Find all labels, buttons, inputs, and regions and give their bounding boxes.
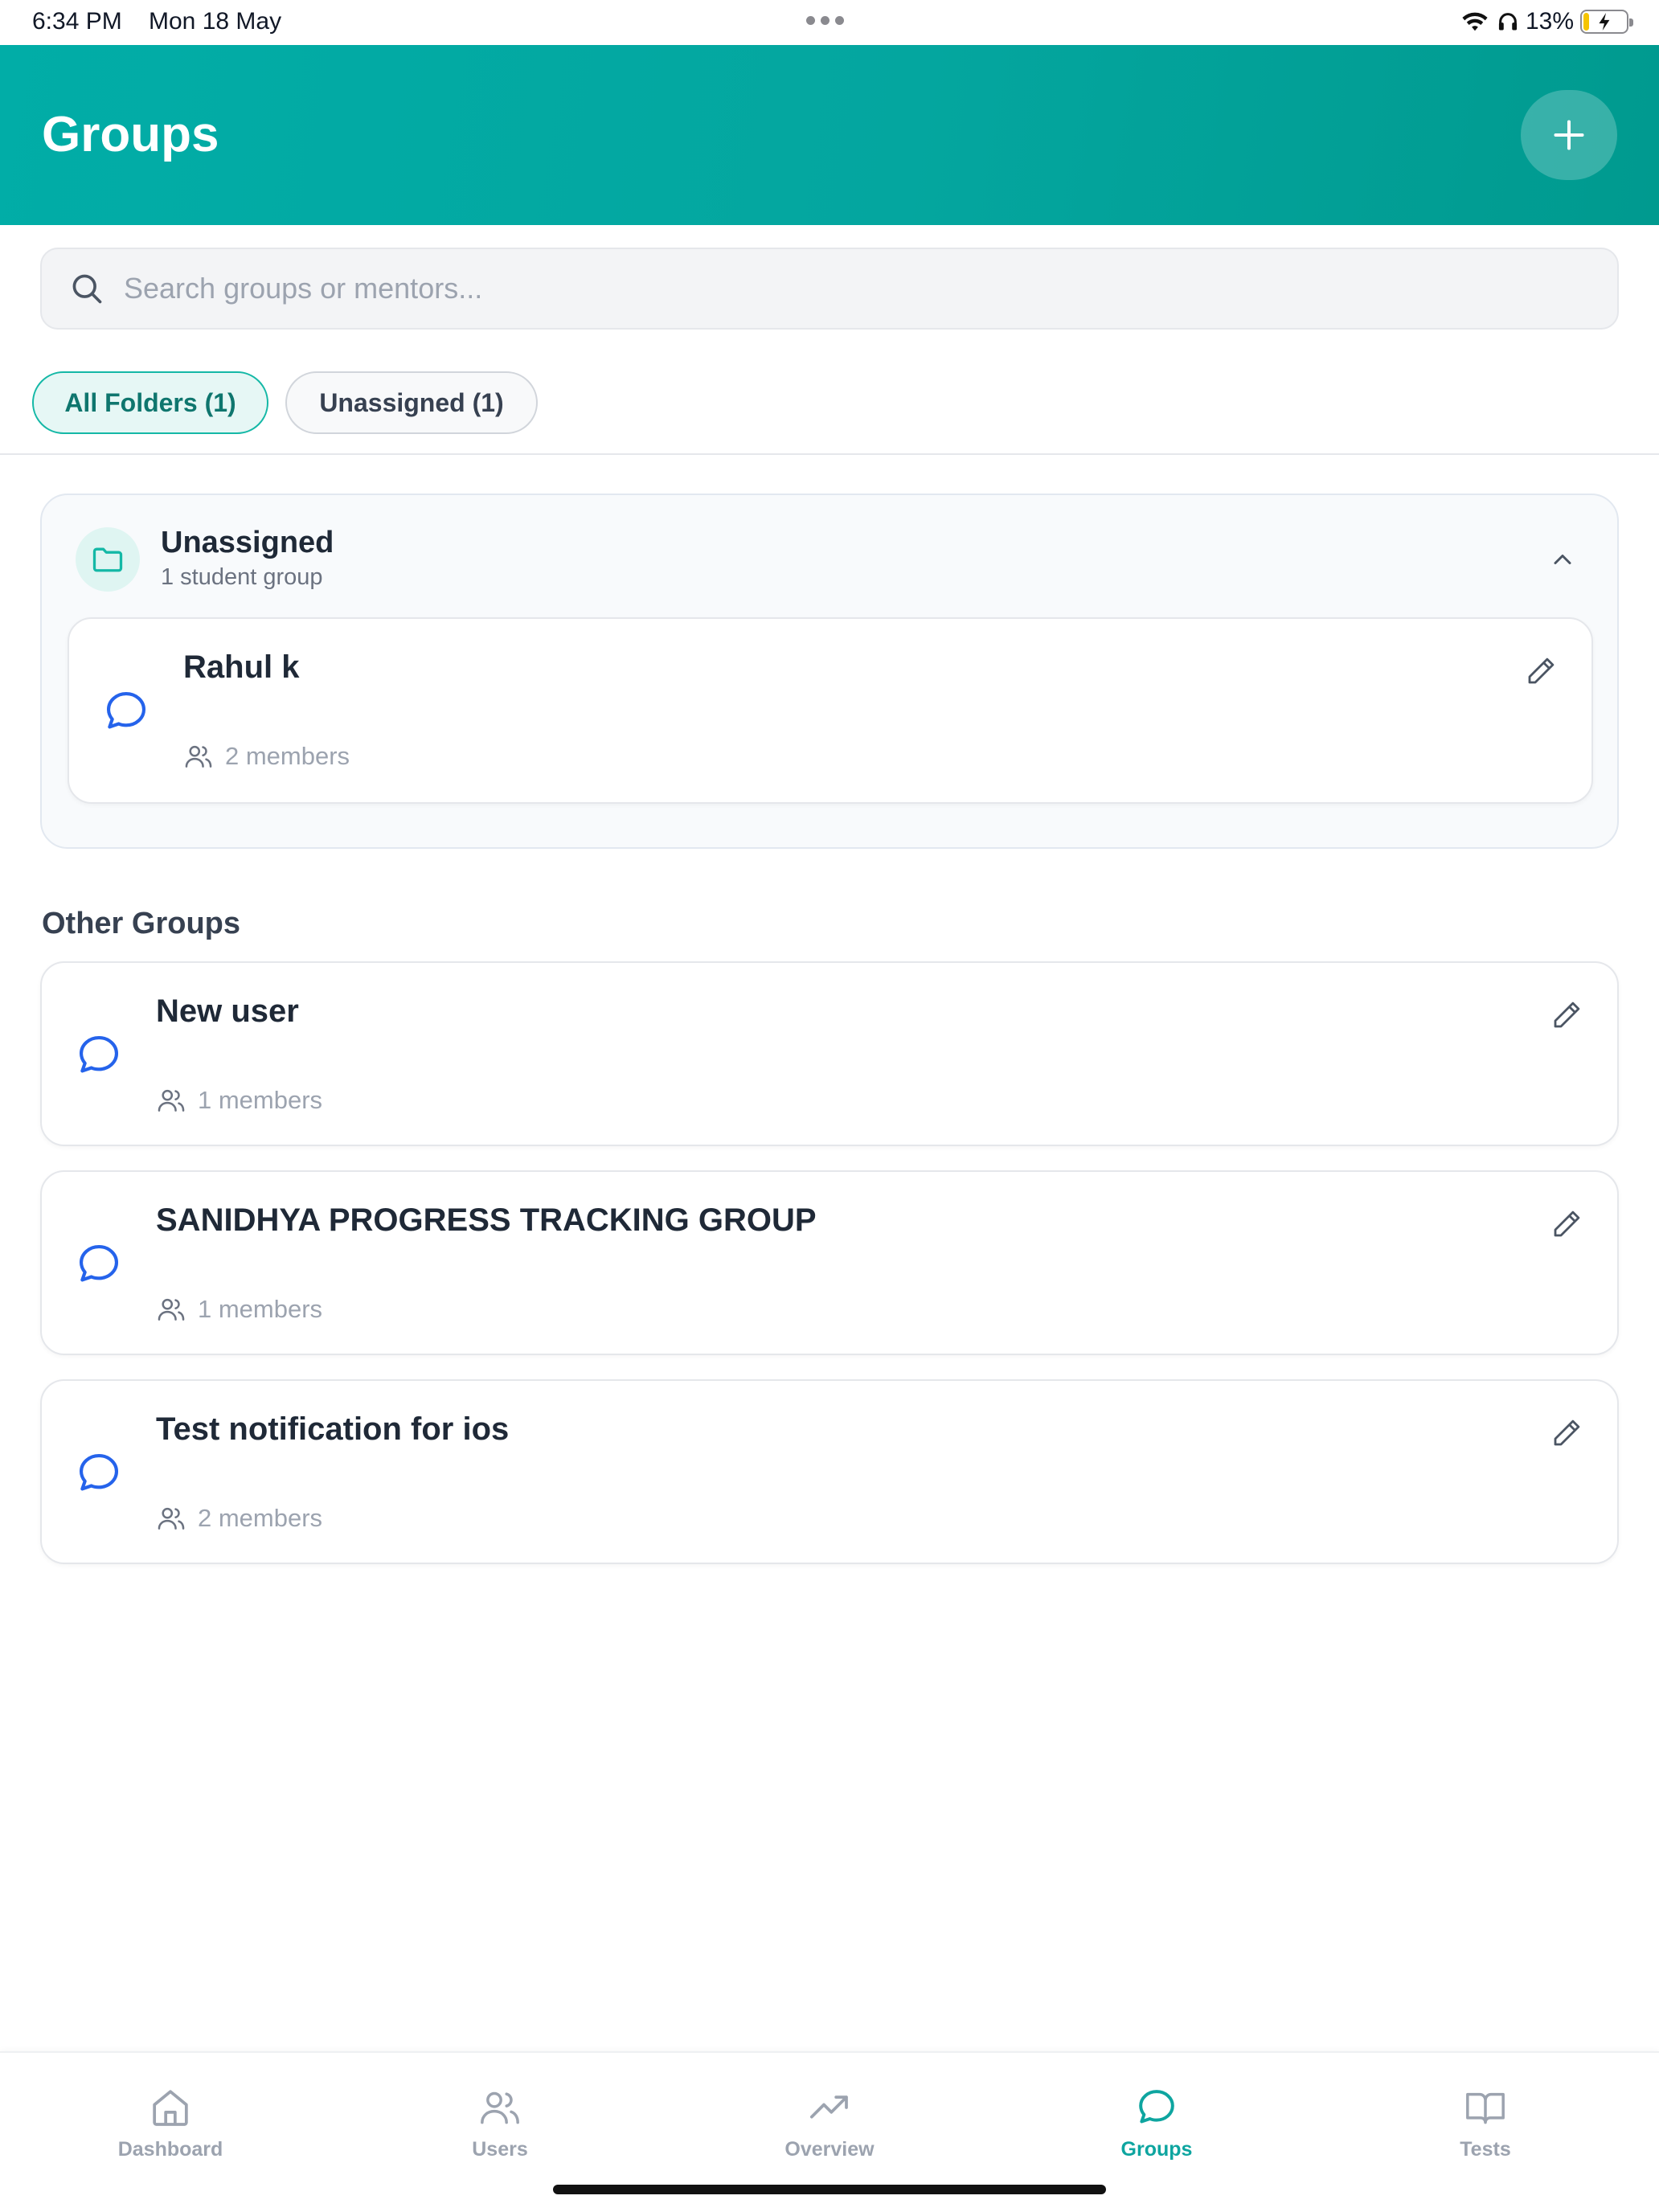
filter-label: All Folders (1) [64,387,236,417]
member-count-text: 1 members [198,1086,323,1114]
member-count-text: 1 members [198,1295,323,1323]
folder-icon-badge [76,527,140,592]
group-card[interactable]: SANIDHYA PROGRESS TRACKING GROUP 1 membe… [40,1170,1619,1355]
nav-label: Dashboard [117,2138,223,2161]
add-group-button[interactable] [1521,90,1617,180]
group-name: SANIDHYA PROGRESS TRACKING GROUP [156,1202,817,1238]
chat-bubble-icon [1139,2090,1174,2124]
filter-all-folders[interactable]: All Folders (1) [32,371,268,434]
book-open-icon [1466,2092,1505,2124]
collapse-folder-button[interactable] [1548,545,1577,574]
plus-icon [1554,120,1584,150]
users-icon [158,1507,185,1530]
search-icon [72,274,102,304]
search-bar[interactable] [40,248,1619,330]
chevron-up-icon [1554,555,1571,564]
member-count: 1 members [156,1294,322,1325]
search-input[interactable] [124,272,1490,305]
nav-label: Overview [784,2138,875,2161]
group-card[interactable]: Test notification for ios 2 members [40,1379,1619,1564]
home-indicator[interactable] [553,2185,1106,2194]
divider [0,453,1659,455]
member-count-text: 2 members [225,742,350,770]
edit-group-button[interactable] [1550,1207,1583,1241]
nav-overview[interactable]: Overview [733,2085,926,2161]
nav-label: Tests [1460,2138,1511,2161]
nav-users[interactable]: Users [403,2085,596,2161]
folder-subtitle: 1 student group [161,564,323,590]
filter-label: Unassigned (1) [319,387,504,417]
pencil-icon [1554,1419,1580,1446]
users-icon [158,1298,185,1321]
battery-icon [1580,10,1633,34]
page-title: Groups [42,107,219,162]
users-icon [158,1089,185,1112]
edit-group-button[interactable] [1550,1416,1583,1450]
nav-label: Groups [1120,2138,1193,2161]
status-date: Mon 18 May [149,8,282,35]
app-header: Groups [0,45,1659,225]
status-indicators: 13% [1460,8,1633,35]
wifi-icon [1462,12,1488,31]
status-time: 6:34 PM [32,8,122,35]
edit-group-button[interactable] [1550,998,1583,1032]
group-card[interactable]: Rahul k 2 members [68,617,1593,804]
nav-label: Users [472,2138,528,2161]
chat-bubble-icon [79,1453,119,1491]
pencil-icon [1554,1210,1580,1237]
users-icon [185,745,212,768]
edit-group-button[interactable] [1524,654,1558,688]
pencil-icon [1528,657,1555,684]
trending-up-icon [809,2095,848,2119]
group-name: Test notification for ios [156,1411,510,1447]
group-card[interactable]: New user 1 members [40,961,1619,1146]
folder-name: Unassigned [161,526,334,559]
headphones-icon [1498,13,1518,31]
nav-groups[interactable]: Groups [1060,2085,1253,2161]
chat-bubble-icon [106,691,146,729]
nav-tests[interactable]: Tests [1389,2085,1582,2161]
nav-dashboard[interactable]: Dashboard [74,2085,267,2161]
folder-card-unassigned: Unassigned 1 student group Rahul k 2 mem… [40,494,1619,849]
multitasking-dots-icon[interactable] [806,16,844,25]
chat-bubble-icon [79,1244,119,1282]
member-count: 2 members [156,1503,322,1534]
status-bar: 6:34 PM Mon 18 May 13% [0,0,1659,45]
member-count: 2 members [183,741,350,772]
filter-unassigned[interactable]: Unassigned (1) [285,371,538,434]
member-count-text: 2 members [198,1504,323,1532]
member-count: 1 members [156,1085,322,1116]
home-icon [153,2090,188,2126]
pencil-icon [1554,1002,1580,1028]
battery-percent: 13% [1525,8,1574,35]
group-name: Rahul k [183,649,300,685]
chat-bubble-icon [79,1035,119,1073]
users-icon [481,2091,519,2124]
section-title-other-groups: Other Groups [42,907,241,940]
folder-icon [92,547,123,572]
group-name: New user [156,993,299,1029]
